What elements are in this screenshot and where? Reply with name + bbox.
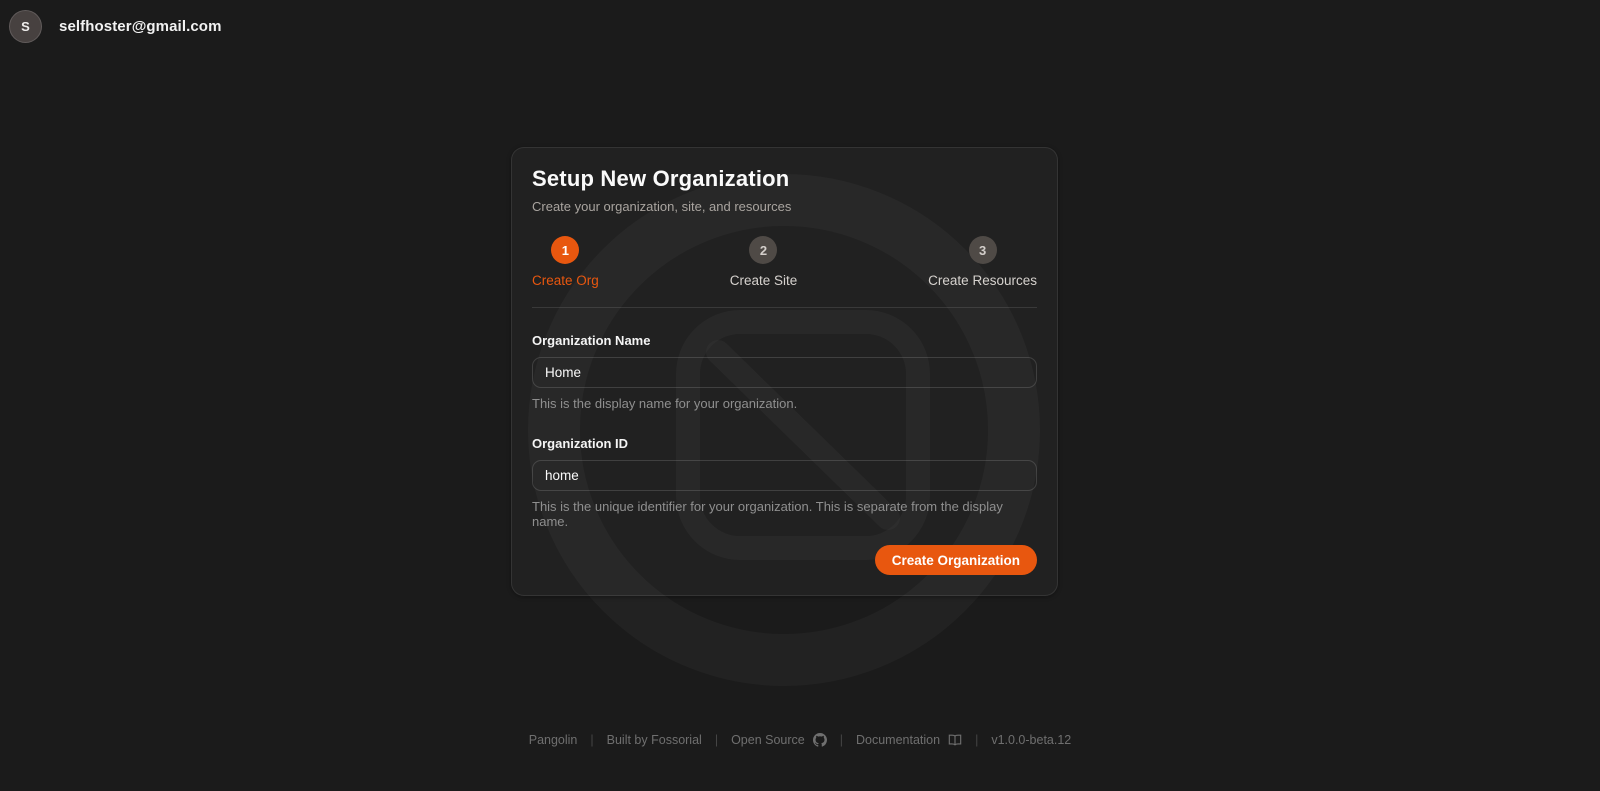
step-1-label: Create Org — [532, 273, 599, 288]
form-actions: Create Organization — [532, 545, 1037, 575]
open-source-label: Open Source — [731, 733, 805, 747]
footer: Pangolin | Built by Fossorial | Open Sou… — [0, 733, 1600, 747]
org-id-input[interactable] — [532, 460, 1037, 491]
step-2-label: Create Site — [729, 273, 798, 288]
create-organization-button[interactable]: Create Organization — [874, 545, 1037, 575]
setup-card: Setup New Organization Create your organ… — [511, 147, 1058, 596]
step-create-org: 1 Create Org — [532, 236, 599, 288]
documentation-label: Documentation — [856, 733, 941, 747]
footer-separator: | — [839, 733, 843, 747]
step-1-circle: 1 — [551, 236, 580, 264]
footer-brand: Pangolin — [528, 733, 578, 747]
step-3-label: Create Resources — [928, 273, 1037, 288]
avatar[interactable]: S — [9, 10, 42, 43]
page-title: Setup New Organization — [532, 166, 790, 191]
footer-built-by: Built by Fossorial — [606, 733, 702, 747]
step-create-site: 2 Create Site — [729, 236, 798, 288]
org-id-help: This is the unique identifier for your o… — [532, 499, 1003, 529]
page-subtitle: Create your organization, site, and reso… — [532, 199, 792, 214]
org-name-input[interactable] — [532, 357, 1037, 388]
step-create-resources: 3 Create Resources — [928, 236, 1037, 288]
footer-version: v1.0.0-beta.12 — [991, 733, 1072, 747]
step-3-circle: 3 — [968, 236, 997, 264]
user-menu[interactable]: S selfhoster@gmail.com — [9, 10, 222, 43]
footer-separator: | — [714, 733, 719, 747]
stepper: 1 Create Org 2 Create Site 3 Create Reso… — [532, 236, 1037, 288]
step-2-circle: 2 — [749, 236, 778, 264]
github-icon[interactable] — [812, 733, 827, 747]
divider — [532, 307, 1037, 308]
org-id-label: Organization ID — [532, 436, 629, 451]
documentation-link[interactable]: Documentation — [856, 733, 962, 747]
book-icon[interactable] — [948, 733, 962, 747]
footer-separator: | — [590, 733, 594, 747]
footer-separator: | — [975, 733, 979, 747]
user-email: selfhoster@gmail.com — [59, 18, 222, 35]
open-source-link[interactable]: Open Source — [731, 733, 827, 747]
org-name-label: Organization Name — [532, 333, 651, 348]
org-name-help: This is the display name for your organi… — [532, 396, 798, 411]
